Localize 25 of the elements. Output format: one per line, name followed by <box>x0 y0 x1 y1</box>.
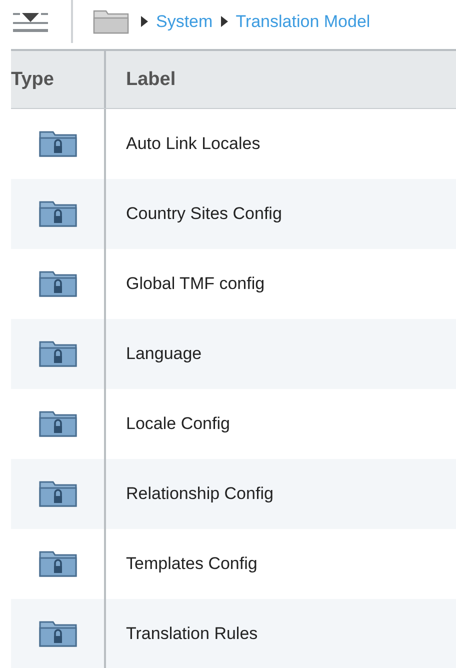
table-row[interactable]: Translation Rules <box>11 599 456 668</box>
locked-folder-icon <box>38 481 76 507</box>
row-label: Country Sites Config <box>126 204 282 224</box>
row-label: Relationship Config <box>126 484 274 504</box>
locked-folder-icon <box>38 551 76 577</box>
column-header[interactable]: Label <box>126 68 176 90</box>
locked-folder-icon <box>38 271 76 297</box>
folder-icon <box>93 9 129 34</box>
locked-folder-icon <box>38 201 76 227</box>
row-label: Locale Config <box>126 414 230 434</box>
table-row[interactable]: Language <box>11 319 456 389</box>
caret-icon <box>220 16 228 27</box>
locked-folder-icon <box>38 411 76 437</box>
row-label: Language <box>126 344 202 364</box>
locked-folder-icon <box>38 341 76 367</box>
column-header[interactable]: Type <box>11 68 54 90</box>
row-label: Translation Rules <box>126 624 258 644</box>
row-label: Auto Link Locales <box>126 134 260 154</box>
locked-folder-icon <box>38 131 76 157</box>
table-row[interactable]: Relationship Config <box>11 459 456 529</box>
table-row[interactable]: Country Sites Config <box>11 179 456 249</box>
caret-icon <box>141 16 148 27</box>
locked-folder-icon <box>38 621 76 647</box>
row-label: Global TMF config <box>126 274 265 294</box>
row-label: Templates Config <box>126 554 258 574</box>
